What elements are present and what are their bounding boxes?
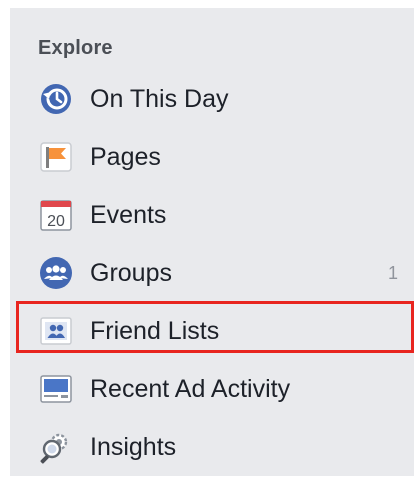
sidebar-item-recent-ad-activity[interactable]: Recent Ad Activity — [38, 369, 390, 409]
sidebar-item-label: Insights — [90, 432, 177, 461]
explore-panel: Explore On This Day Pages 20 Events Grou… — [10, 8, 414, 476]
pages-flag-icon — [38, 139, 74, 175]
sidebar-item-label: Pages — [90, 142, 161, 171]
events-calendar-icon: 20 — [38, 197, 74, 233]
sidebar-item-events[interactable]: 20 Events — [38, 195, 390, 235]
on-this-day-icon — [38, 81, 74, 117]
explore-heading: Explore — [38, 37, 113, 59]
sidebar-item-on-this-day[interactable]: On This Day — [38, 79, 390, 119]
sidebar-item-label: Recent Ad Activity — [90, 374, 291, 403]
sidebar-item-pages[interactable]: Pages — [38, 137, 390, 177]
sidebar-item-label: Groups — [90, 258, 172, 287]
calendar-day-number: 20 — [47, 213, 65, 230]
groups-icon — [38, 255, 74, 291]
friend-lists-highlight-box — [16, 301, 414, 353]
sidebar-item-insights[interactable]: Insights — [38, 427, 390, 467]
recent-ad-activity-icon — [38, 371, 74, 407]
sidebar-item-groups[interactable]: Groups 1 — [38, 253, 398, 293]
groups-count-badge: 1 — [387, 262, 398, 283]
sidebar-item-label: Events — [90, 200, 167, 229]
sidebar-item-label: On This Day — [90, 84, 229, 113]
insights-icon — [38, 429, 74, 465]
